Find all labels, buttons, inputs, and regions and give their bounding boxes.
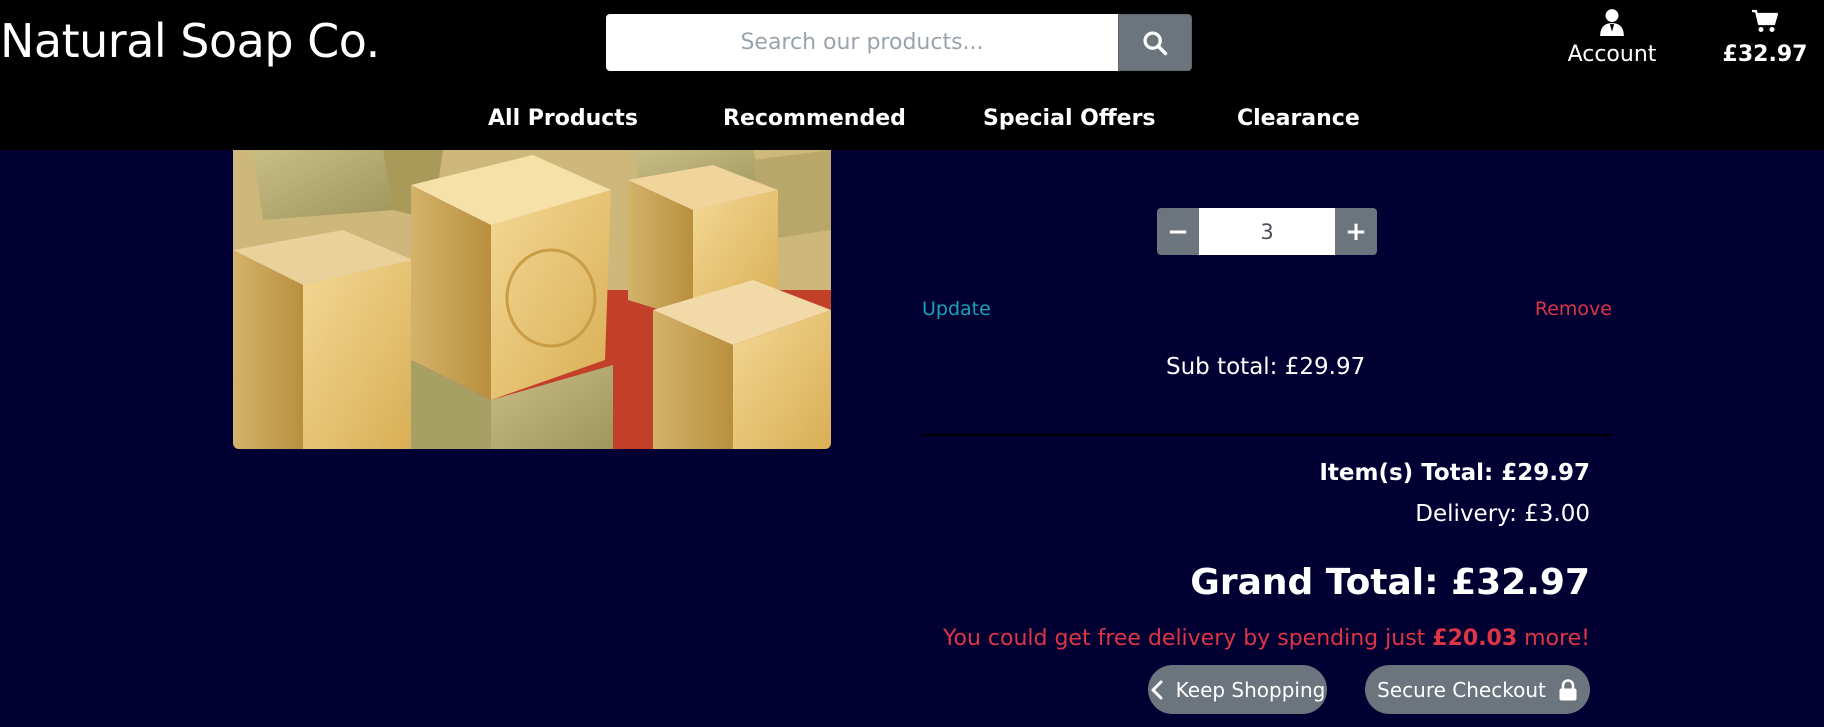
keep-shopping-button[interactable]: Keep Shopping xyxy=(1148,665,1327,714)
increment-button[interactable]: + xyxy=(1335,208,1377,255)
main-nav: All Products Recommended Special Offers … xyxy=(0,100,1824,140)
line-subtotal: Sub total: £29.97 xyxy=(1166,354,1366,380)
lock-icon xyxy=(1559,678,1577,700)
delivery-cost: Delivery: £3.00 xyxy=(1415,501,1590,527)
cart-total: £32.97 xyxy=(1722,42,1808,67)
items-total: Item(s) Total: £29.97 xyxy=(1319,460,1590,486)
grand-total: Grand Total: £32.97 xyxy=(1190,562,1590,603)
decrement-button[interactable]: − xyxy=(1157,208,1199,255)
user-icon xyxy=(1560,8,1664,38)
shopping-cart-icon xyxy=(1712,8,1818,38)
product-image xyxy=(233,150,831,449)
search-input[interactable] xyxy=(606,14,1118,71)
free-delivery-message: You could get free delivery by spending … xyxy=(943,626,1590,651)
free-delivery-prefix: You could get free delivery by spending … xyxy=(942,626,1433,651)
minus-icon: − xyxy=(1167,216,1189,247)
nav-clearance[interactable]: Clearance xyxy=(1237,106,1360,131)
plus-icon: + xyxy=(1345,216,1367,247)
site-header: Natural Soap Co. Account xyxy=(0,0,1824,150)
secure-checkout-label: Secure Checkout xyxy=(1377,677,1546,702)
search-button[interactable] xyxy=(1118,14,1192,71)
quantity-stepper: − + xyxy=(1157,208,1377,255)
quantity-input[interactable] xyxy=(1199,208,1335,255)
account-label: Account xyxy=(1567,42,1657,67)
remove-link[interactable]: Remove xyxy=(1535,298,1612,320)
search-form xyxy=(606,14,1192,71)
nav-special-offers[interactable]: Special Offers xyxy=(983,106,1156,131)
account-link[interactable]: Account xyxy=(1560,8,1664,72)
secure-checkout-button[interactable]: Secure Checkout xyxy=(1365,665,1590,714)
divider xyxy=(922,434,1612,436)
free-delivery-suffix: more! xyxy=(1517,626,1590,651)
free-delivery-amount: £20.03 xyxy=(1432,626,1518,651)
nav-recommended[interactable]: Recommended xyxy=(723,106,906,131)
keep-shopping-label: Keep Shopping xyxy=(1175,677,1326,702)
chevron-left-icon xyxy=(1151,680,1163,699)
search-icon xyxy=(1143,30,1168,55)
update-link[interactable]: Update xyxy=(922,298,991,320)
nav-all-products[interactable]: All Products xyxy=(488,106,638,131)
cart-link[interactable]: £32.97 xyxy=(1712,8,1818,72)
brand-logo[interactable]: Natural Soap Co. xyxy=(0,10,380,72)
